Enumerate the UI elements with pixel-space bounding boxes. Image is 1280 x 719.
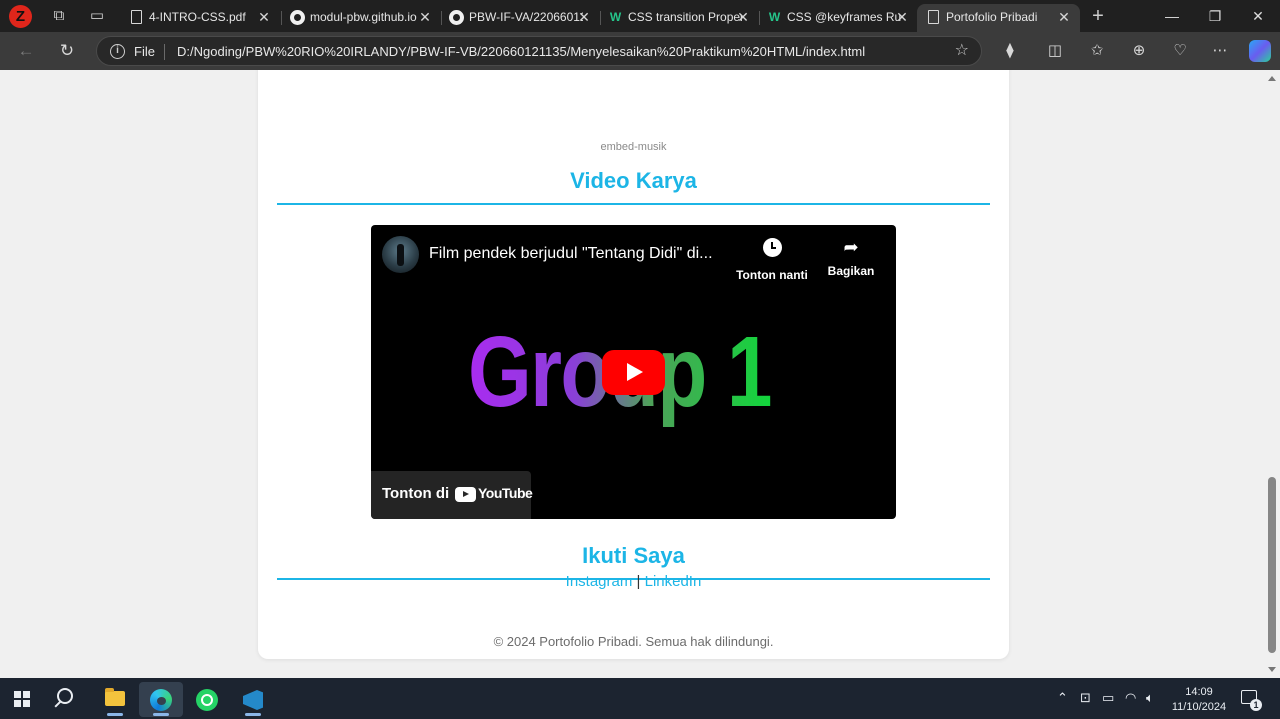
page-viewport: embed-musik Video Karya Film pendek berj…	[0, 70, 1280, 678]
instagram-link[interactable]: Instagram	[566, 573, 633, 590]
toolbar: ← ↻ i File D:/Ngoding/PBW%20RIO%20IRLAND…	[0, 32, 1280, 70]
close-tab-icon[interactable]: ✕	[895, 9, 909, 25]
linkedin-link[interactable]: LinkedIn	[645, 573, 702, 590]
refresh-icon[interactable]: ↻	[53, 38, 81, 64]
watch-later-label: Tonton nanti	[736, 268, 808, 282]
tab-pbw-if-va[interactable]: PBW-IF-VA/220660121135 ✕	[440, 4, 600, 32]
tab-css-keyframes[interactable]: W CSS @keyframes Rule ✕	[758, 4, 918, 32]
youtube-play-icon	[455, 487, 476, 502]
scroll-down-icon[interactable]	[1268, 667, 1276, 672]
notification-badge: 1	[1250, 699, 1262, 711]
video-section-title: Video Karya	[570, 168, 697, 193]
github-icon	[290, 10, 305, 25]
vscode-taskbar-button[interactable]	[231, 682, 275, 717]
youtube-logo: YouTube	[455, 484, 533, 504]
search-icon[interactable]	[57, 688, 73, 704]
vscode-icon	[243, 690, 263, 710]
system-clock[interactable]: 14:09 11/10/2024	[1167, 685, 1231, 715]
tab-portofolio-pribadi[interactable]: Portofolio Pribadi ✕	[917, 4, 1080, 32]
share-label: Bagikan	[827, 264, 875, 278]
section-divider	[277, 203, 990, 205]
address-bar[interactable]: i File D:/Ngoding/PBW%20RIO%20IRLANDY/PB…	[96, 36, 982, 66]
watch-on-label: Tonton di	[382, 485, 450, 502]
edge-icon	[150, 689, 172, 711]
youtube-embed[interactable]: Film pendek berjudul "Tentang Didi" di..…	[371, 225, 896, 519]
close-window-icon[interactable]: ✕	[1238, 4, 1278, 28]
chevron-up-icon[interactable]: ⌃	[1057, 690, 1068, 706]
close-tab-icon[interactable]: ✕	[418, 9, 432, 25]
clock-icon	[732, 235, 812, 263]
profile-icon[interactable]: Z	[9, 5, 32, 28]
clock-date: 11/10/2024	[1171, 701, 1227, 713]
info-icon[interactable]: i	[110, 44, 125, 59]
tab-modul-pbw[interactable]: modul-pbw.github.io ✕	[281, 4, 441, 32]
restore-icon[interactable]: ❐	[1195, 4, 1235, 28]
social-links: Instagram | LinkedIn	[258, 573, 1009, 590]
browser-essentials-icon[interactable]: ♡	[1165, 38, 1195, 64]
video-title[interactable]: Film pendek berjudul "Tentang Didi" di..…	[429, 245, 729, 263]
github-icon	[449, 10, 464, 25]
close-tab-icon[interactable]: ✕	[577, 9, 591, 25]
scrollbar-thumb[interactable]	[1268, 477, 1276, 653]
favorites-icon[interactable]: ✩	[1082, 38, 1112, 64]
tab-intro-css-pdf[interactable]: 4-INTRO-CSS.pdf ✕	[120, 4, 280, 32]
battery-icon[interactable]: ▭	[1102, 690, 1114, 706]
footer-copyright: © 2024 Portofolio Pribadi. Semua hak dil…	[493, 634, 774, 649]
edge-taskbar-button[interactable]	[139, 682, 183, 717]
extensions-icon[interactable]: ⧫	[995, 38, 1025, 64]
w3schools-icon: W	[768, 10, 781, 24]
link-separator: |	[636, 573, 641, 590]
tab-bar: Z ⧉ ▭ 4-INTRO-CSS.pdf ✕ modul-pbw.github…	[0, 0, 1280, 32]
tab-title: modul-pbw.github.io	[310, 10, 417, 24]
tab-title: Portofolio Pribadi	[946, 10, 1038, 24]
youtube-wordmark: YouTube	[478, 485, 533, 501]
folder-icon	[105, 688, 125, 706]
watch-on-youtube-button[interactable]: Tonton di YouTube	[371, 471, 533, 519]
url-text[interactable]: D:/Ngoding/PBW%20RIO%20IRLANDY/PBW-IF-VB…	[177, 44, 865, 59]
volume-icon[interactable]: 🔈︎	[1146, 690, 1154, 706]
whatsapp-taskbar-button[interactable]	[185, 682, 229, 717]
split-screen-icon[interactable]: ◫	[1040, 38, 1070, 64]
pdf-document-icon	[129, 10, 144, 25]
collections-icon[interactable]: ⊕	[1124, 38, 1154, 64]
more-options-icon[interactable]: ⋯	[1205, 38, 1235, 64]
wifi-icon[interactable]: ◠	[1125, 690, 1136, 706]
scheme-label: File	[134, 44, 155, 59]
favorite-star-icon[interactable]: ☆	[955, 42, 969, 60]
close-tab-icon[interactable]: ✕	[257, 9, 271, 25]
tab-css-transition[interactable]: W CSS transition Property ✕	[599, 4, 759, 32]
new-tab-icon[interactable]: +	[1084, 4, 1112, 28]
whatsapp-icon	[196, 689, 218, 711]
music-embed-caption: embed-musik	[600, 141, 667, 153]
vertical-scrollbar[interactable]	[1264, 70, 1280, 678]
w3schools-icon: W	[609, 10, 622, 24]
play-button[interactable]	[602, 350, 665, 395]
document-icon	[926, 10, 941, 25]
file-explorer-button[interactable]	[93, 682, 137, 717]
copilot-icon[interactable]	[1249, 40, 1271, 62]
content-card: embed-musik Video Karya Film pendek berj…	[258, 70, 1009, 659]
tab-actions-icon[interactable]: ▭	[83, 4, 111, 28]
scroll-up-icon[interactable]	[1268, 76, 1276, 81]
share-arrow-icon: ➦	[843, 237, 859, 257]
tab-title: CSS @keyframes Rule	[787, 10, 901, 24]
workspaces-icon[interactable]: ⧉	[45, 4, 73, 28]
tab-title: 4-INTRO-CSS.pdf	[149, 10, 246, 24]
meet-now-icon[interactable]: ⊡	[1080, 690, 1091, 706]
follow-section-title: Ikuti Saya	[582, 543, 685, 568]
share-button[interactable]: ➦ Bagikan	[811, 235, 891, 278]
clock-time: 14:09	[1185, 686, 1213, 698]
back-arrow-icon[interactable]: ←	[12, 38, 40, 64]
close-tab-icon[interactable]: ✕	[1057, 9, 1071, 25]
windows-start-icon[interactable]	[14, 691, 30, 707]
close-tab-icon[interactable]: ✕	[736, 9, 750, 25]
minimize-icon[interactable]: —	[1152, 4, 1192, 28]
tab-title: PBW-IF-VA/220660121135	[469, 10, 583, 24]
watch-later-button[interactable]: Tonton nanti	[732, 235, 812, 282]
tab-title: CSS transition Property	[628, 10, 742, 24]
taskbar: ⌃ ⊡ ▭ ◠ 🔈︎ 14:09 11/10/2024 1	[0, 678, 1280, 719]
channel-avatar[interactable]	[382, 236, 419, 273]
